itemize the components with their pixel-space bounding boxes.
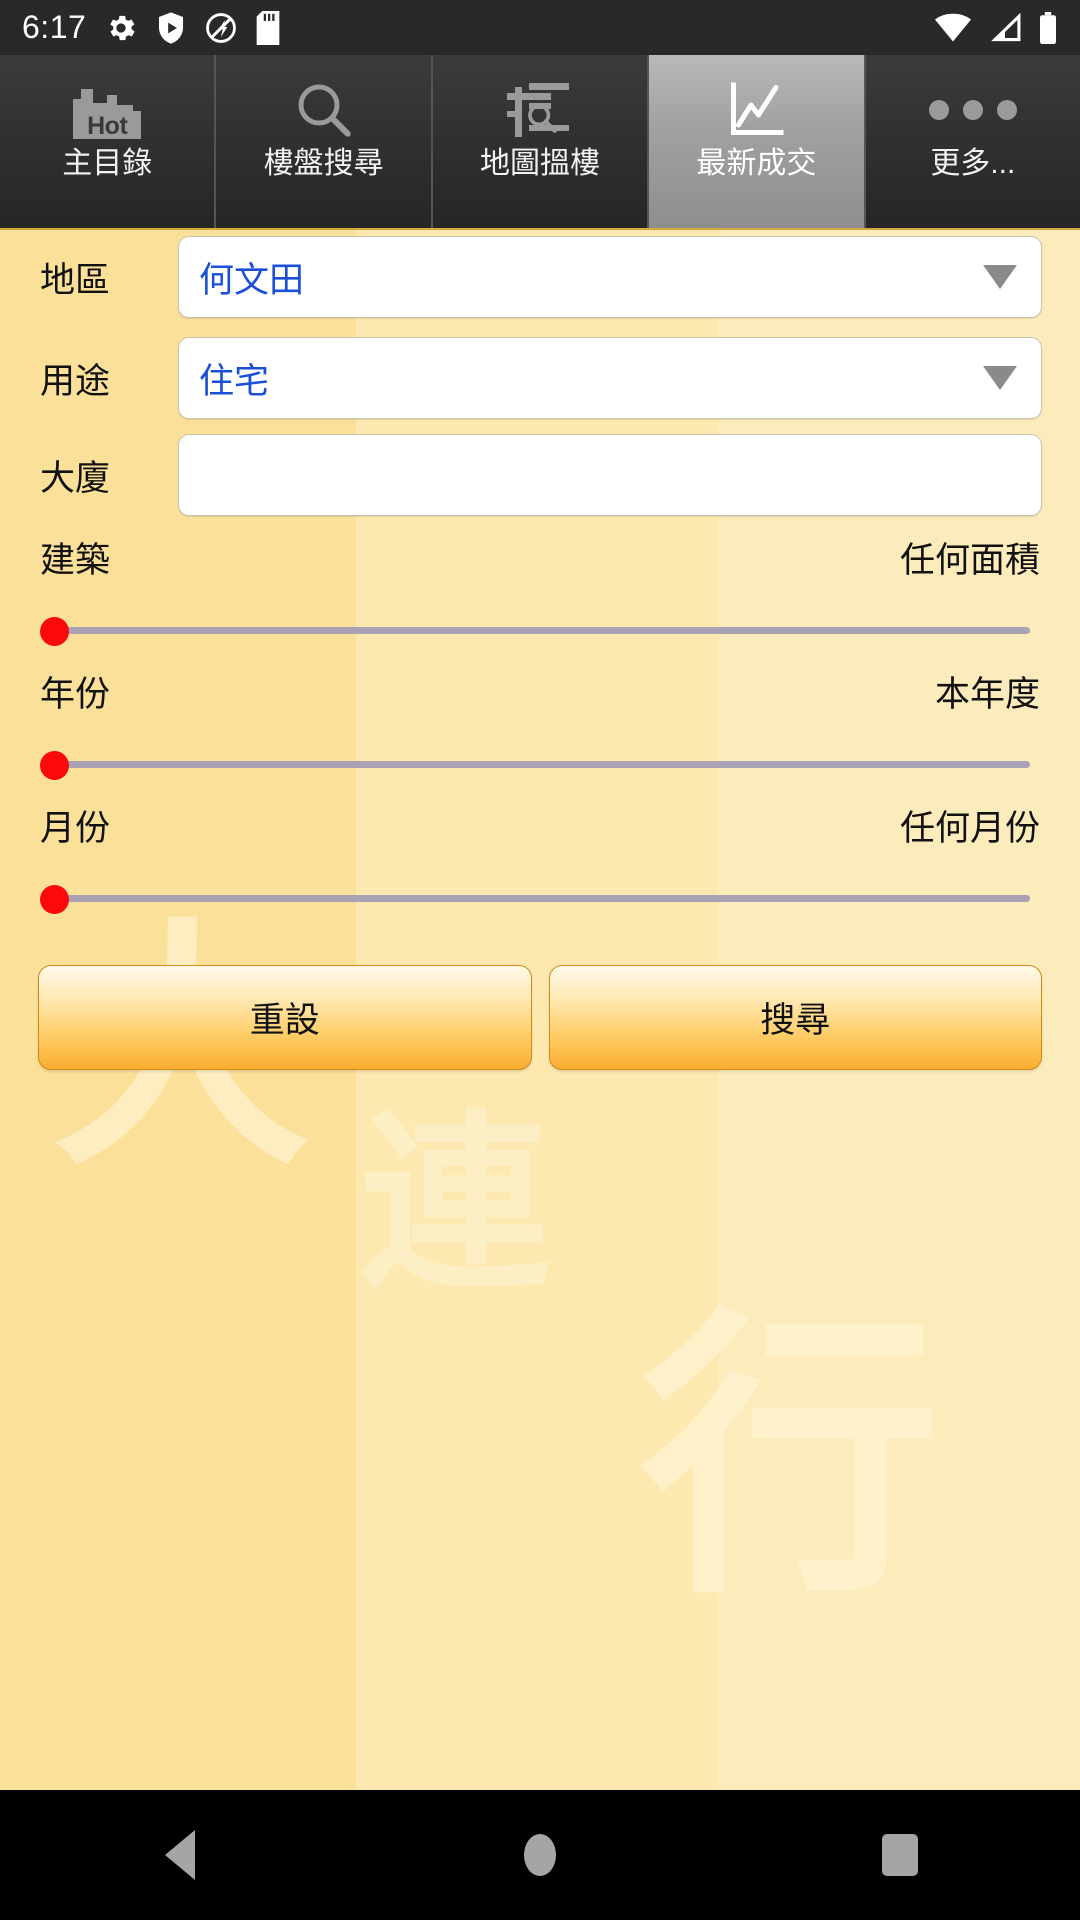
district-select[interactable]: 何文田: [178, 236, 1042, 318]
status-bar-right: [934, 11, 1058, 44]
field-row-district: 地區 何文田: [0, 230, 1080, 332]
area-slider-thumb[interactable]: [40, 617, 69, 646]
no-ads-blocked-icon: [206, 12, 237, 43]
tab-main-catalog[interactable]: Hot 主目錄: [0, 55, 215, 228]
status-bar-left: 6:17: [22, 9, 934, 46]
tab-more[interactable]: 更多...: [863, 55, 1080, 228]
more-dots-icon: [866, 79, 1080, 141]
month-slider-thumb[interactable]: [40, 885, 69, 914]
usage-value: 住宅: [199, 361, 270, 402]
map-search-icon: [433, 79, 647, 141]
settings-gear-icon: [110, 15, 135, 40]
recents-square-icon: [882, 1834, 918, 1876]
month-slider-track[interactable]: [56, 895, 1030, 902]
tab-label: 主目錄: [62, 147, 153, 180]
month-slider-value: 任何月份: [899, 809, 1040, 849]
chevron-down-icon: [983, 366, 1017, 390]
sd-card-icon: [256, 10, 280, 45]
action-button-row: 重設 搜尋: [0, 965, 1080, 1070]
nav-home-button[interactable]: [360, 1834, 720, 1876]
field-row-usage: 用途 住宅: [0, 323, 1080, 433]
slider-row-year: 年份 本年度: [0, 666, 1080, 780]
home-circle-icon: [524, 1834, 556, 1876]
nav-back-button[interactable]: [0, 1830, 360, 1880]
month-slider-label: 月份: [40, 809, 111, 849]
nav-recents-button[interactable]: [720, 1834, 1080, 1876]
tab-latest-transactions[interactable]: 最新成交: [647, 55, 864, 228]
tab-label: 地圖搵樓: [480, 147, 601, 180]
year-slider-label: 年份: [40, 675, 111, 715]
status-bar: 6:17: [0, 0, 1080, 55]
area-slider-label: 建築: [40, 541, 111, 581]
slider-row-month: 月份 任何月份: [0, 800, 1080, 914]
tab-label: 樓盤搜尋: [263, 147, 384, 180]
tab-property-search[interactable]: 樓盤搜尋: [214, 55, 431, 228]
phone-screen: 6:17 Hot 主目錄 樓盤搜尋 地圖搵樓 最新成交 更多... 連 行 地區…: [0, 0, 1080, 1920]
year-slider-value: 本年度: [934, 675, 1040, 715]
magnifier-icon: [216, 79, 430, 141]
back-triangle-icon: [165, 1830, 195, 1880]
field-row-building: 大廈: [0, 420, 1080, 530]
area-slider[interactable]: [40, 615, 1030, 646]
search-button[interactable]: 搜尋: [548, 965, 1042, 1070]
cellular-signal-icon: [991, 12, 1021, 41]
tab-map-search[interactable]: 地圖搵樓: [430, 55, 648, 228]
usage-select[interactable]: 住宅: [178, 337, 1042, 419]
tab-label: 最新成交: [696, 147, 817, 180]
year-slider-track[interactable]: [56, 761, 1030, 768]
hot-buildings-icon: Hot: [0, 79, 214, 141]
status-clock: 6:17: [22, 9, 87, 45]
battery-icon: [1040, 11, 1056, 44]
month-slider[interactable]: [40, 883, 1030, 914]
area-slider-track[interactable]: [56, 627, 1030, 634]
year-slider-thumb[interactable]: [40, 751, 69, 780]
district-value: 何文田: [199, 260, 305, 301]
slider-row-area: 建築 任何面積: [0, 532, 1080, 646]
chevron-down-icon: [983, 265, 1017, 289]
wifi-icon: [934, 13, 972, 41]
top-tab-bar: Hot 主目錄 樓盤搜尋 地圖搵樓 最新成交 更多...: [0, 55, 1080, 230]
building-label: 大廈: [40, 458, 111, 499]
tab-label: 更多...: [930, 147, 1016, 180]
reset-button[interactable]: 重設: [38, 965, 532, 1070]
search-form-panel: 大 連 行 地區 何文田 用途 住宅: [0, 230, 1080, 1790]
line-chart-icon: [649, 79, 863, 141]
building-input[interactable]: [178, 434, 1042, 516]
usage-label: 用途: [40, 361, 111, 402]
year-slider[interactable]: [40, 749, 1030, 780]
android-nav-bar: [0, 1790, 1080, 1920]
area-slider-value: 任何面積: [899, 541, 1040, 581]
play-protect-shield-icon: [159, 11, 184, 44]
district-label: 地區: [40, 260, 111, 301]
